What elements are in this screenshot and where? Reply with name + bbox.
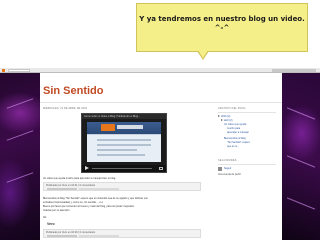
main-column: MIÉRCOLES, 21 DE ABRIL DE 2010 Como subi… <box>43 107 203 240</box>
archive-year[interactable]: 2010 (2) <box>221 115 230 118</box>
fullscreen-icon[interactable] <box>159 167 163 170</box>
video-frame[interactable] <box>87 122 161 162</box>
archive-post-link-cont[interactable]: que el co... <box>227 145 239 148</box>
post-2-footer: Publicado por Vero en 16:29 | 0 comentar… <box>43 229 201 238</box>
post-2-sign: Att: <box>43 216 47 219</box>
video-content-line <box>97 154 145 156</box>
post-1-footer: Publicado por Vero en 16:41 | 0 comentar… <box>43 182 201 191</box>
callout-line-2: ^-^ <box>214 24 230 32</box>
share-icons[interactable] <box>47 188 77 190</box>
video-content-line <box>97 144 151 146</box>
instruction-callout: Y ya tendremos en nuestro blog un video.… <box>136 3 308 60</box>
navbar-search-input[interactable] <box>8 69 30 72</box>
video-title-bar: Como subir un Video a Blog: Publicando u… <box>82 114 166 119</box>
expand-triangle-icon[interactable] <box>218 115 220 117</box>
blog-screenshot: Sin Sentido MIÉRCOLES, 21 DE ABRIL DE 20… <box>0 68 320 240</box>
post-2-line-3: Bueno por favor que comenten lo bueno y … <box>43 205 135 208</box>
followers-note: Una cuenta de perfil <box>218 173 241 176</box>
navbar-links[interactable] <box>272 69 316 72</box>
embedded-video[interactable]: Como subir un Video a Blog: Publicando u… <box>81 113 167 173</box>
blog-page: Sin Sentido MIÉRCOLES, 21 DE ABRIL DE 20… <box>40 73 282 240</box>
post-2-line-1: Bienvenidos al blog "Sin Sentido" espero… <box>43 197 148 200</box>
sidebar-divider <box>218 112 276 113</box>
light-streak <box>286 197 316 210</box>
video-banner-text <box>117 125 143 129</box>
expand-triangle-icon[interactable] <box>221 119 223 121</box>
post-2-author: Vero <box>47 222 55 226</box>
callout-line-1: Y ya tendremos en nuestro blog un video. <box>139 15 305 23</box>
followers-icon <box>218 167 222 171</box>
blog-title[interactable]: Sin Sentido <box>43 85 104 97</box>
archive-month[interactable]: abril (2) <box>224 119 232 122</box>
blogger-logo-icon[interactable] <box>2 69 5 72</box>
post-2-line-4: Gracias por su atención. <box>43 209 71 212</box>
light-streak <box>6 172 34 183</box>
video-title[interactable]: Como subir un Video a Blog: Publicando u… <box>84 115 140 118</box>
light-streak <box>286 155 316 168</box>
archive-heading: ARCHIVO DEL BLOG <box>218 107 246 110</box>
share-links[interactable] <box>79 235 119 237</box>
post-1-meta[interactable]: Publicado por Vero en 16:41 | 0 comentar… <box>46 184 95 187</box>
callout-pointer-fill <box>198 50 208 58</box>
post-date: MIÉRCOLES, 21 DE ABRIL DE 2010 <box>43 107 88 110</box>
archive-post-link-cont[interactable]: "Sin Sentido" espero <box>227 141 250 144</box>
share-icons[interactable] <box>47 235 77 237</box>
light-streak <box>286 107 316 120</box>
follow-link[interactable]: Seguir <box>224 167 231 170</box>
post-2-line-2: entradas (Improvisadas) y, como no, sin … <box>43 201 103 204</box>
blogger-logo-icon <box>101 124 115 131</box>
post-2-meta[interactable]: Publicado por Vero en 16:29 | 0 comentar… <box>46 231 95 234</box>
video-controls <box>82 165 166 172</box>
background-right-panel <box>282 73 320 240</box>
play-icon[interactable] <box>85 166 89 170</box>
video-content-line <box>97 149 137 151</box>
background-left-panel <box>0 73 40 240</box>
archive-post-link[interactable]: Un video que ayuda <box>224 123 246 126</box>
light-streak <box>6 130 34 141</box>
header-divider <box>40 102 282 103</box>
followers-heading: SEGUIDORES <box>218 159 237 162</box>
light-streak <box>6 98 34 109</box>
video-content-line <box>97 139 151 141</box>
archive-post-link-cont[interactable]: mucho para <box>227 127 240 130</box>
archive-post-link-cont[interactable]: aprender a manejar <box>227 131 249 134</box>
post-1-text: Un video que ayuda mucho para aprender a… <box>43 177 116 180</box>
sidebar: ARCHIVO DEL BLOG 2010 (2) abril (2) Un v… <box>218 107 280 240</box>
archive-post-link[interactable]: Bienvenidos al blog <box>224 137 246 140</box>
sidebar-divider <box>218 164 276 165</box>
share-links[interactable] <box>79 188 119 190</box>
video-progress-bar[interactable] <box>92 168 152 169</box>
